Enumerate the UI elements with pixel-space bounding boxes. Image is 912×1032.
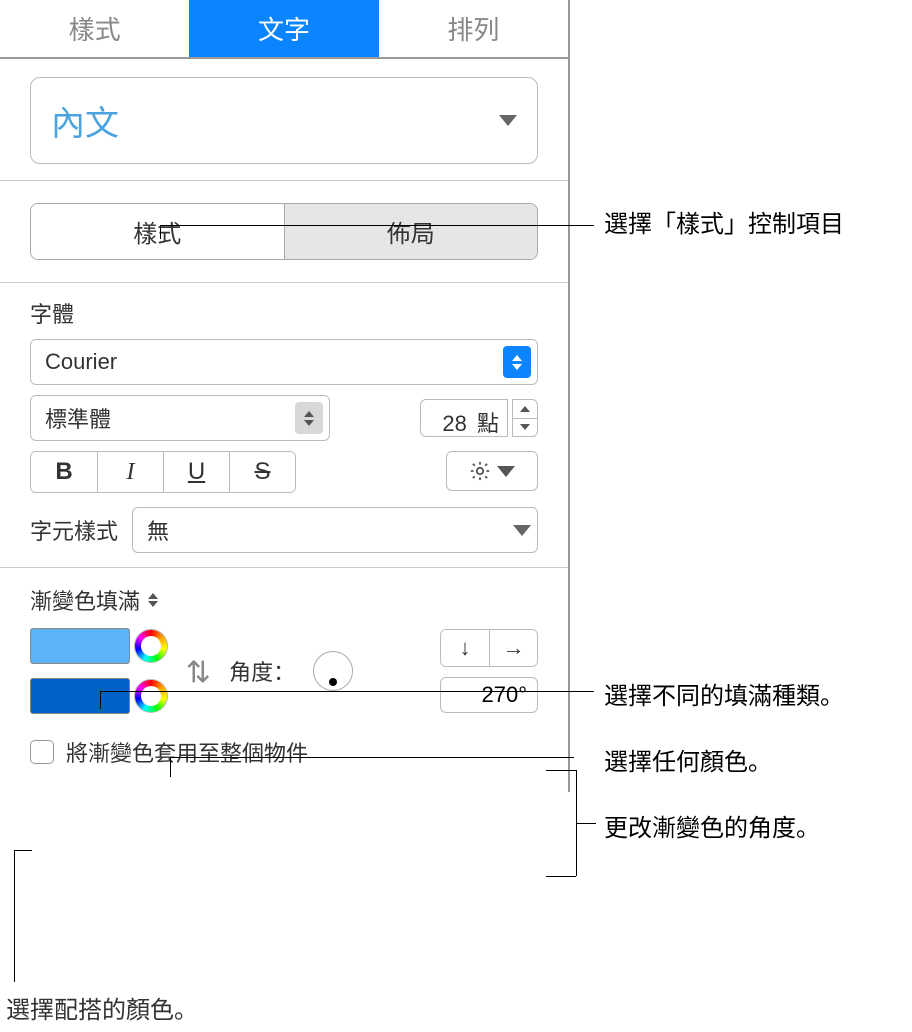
callout-matching-color: 選擇配搭的顏色。	[6, 990, 198, 1025]
strike-button[interactable]: S	[229, 452, 295, 492]
top-tabs: 樣式 文字 排列	[0, 0, 568, 59]
color-wheel-1-button[interactable]	[134, 629, 168, 663]
font-section-label: 字體	[30, 283, 538, 339]
chevron-down-icon	[497, 466, 515, 477]
font-weight-select[interactable]: 標準體	[30, 395, 330, 441]
advanced-options-button[interactable]	[446, 451, 538, 491]
gear-icon	[469, 460, 491, 482]
char-style-select[interactable]: 無	[132, 507, 538, 553]
select-indicator-icon	[295, 402, 323, 434]
char-style-label: 字元樣式	[30, 514, 118, 546]
paragraph-style-picker[interactable]: 內文	[30, 77, 538, 164]
callout-angle: 更改漸變色的角度。	[604, 808, 820, 843]
italic-button[interactable]: I	[97, 452, 163, 492]
callout-fill-type: 選擇不同的填滿種類。	[604, 676, 844, 711]
bold-button[interactable]: B	[31, 452, 97, 492]
direction-down-button[interactable]: ↓	[441, 630, 489, 666]
callout-any-color: 選擇任何顏色。	[604, 742, 772, 777]
select-indicator-icon	[503, 346, 531, 378]
chevron-down-icon	[499, 115, 517, 126]
select-indicator-icon	[146, 593, 160, 607]
chevron-down-icon	[520, 424, 530, 430]
paragraph-style-label: 內文	[51, 96, 119, 145]
font-family-select[interactable]: Courier	[30, 339, 538, 385]
gradient-color-2-swatch[interactable]	[30, 678, 130, 714]
font-size-unit: 點	[477, 411, 499, 436]
font-size-value: 28	[442, 411, 466, 436]
apply-whole-checkbox[interactable]	[30, 740, 54, 764]
char-style-value: 無	[147, 514, 169, 546]
subtab-layout[interactable]: 佈局	[284, 204, 538, 259]
apply-whole-label: 將漸變色套用至整個物件	[66, 736, 308, 768]
font-weight-value: 標準體	[45, 402, 111, 434]
subtab-group: 樣式 佈局	[30, 203, 538, 260]
font-size-stepper	[512, 399, 538, 437]
tab-arrange[interactable]: 排列	[379, 0, 568, 57]
color-wheel-2-button[interactable]	[134, 679, 168, 713]
fill-type-select[interactable]: 漸變色填滿	[30, 580, 160, 628]
size-down-button[interactable]	[513, 418, 537, 437]
underline-button[interactable]: U	[163, 452, 229, 492]
format-panel: 樣式 文字 排列 內文 樣式 佈局 字體 Courier 標準體	[0, 0, 570, 792]
chevron-up-icon	[520, 406, 530, 412]
tab-text[interactable]: 文字	[189, 0, 378, 57]
gradient-color-1-swatch[interactable]	[30, 628, 130, 664]
subtab-style[interactable]: 樣式	[31, 204, 284, 259]
direction-group: ↓ →	[440, 629, 538, 667]
fill-type-label: 漸變色填滿	[30, 584, 140, 616]
font-family-value: Courier	[45, 349, 117, 375]
swap-colors-button[interactable]: ⇄	[181, 658, 216, 683]
angle-dial[interactable]	[313, 651, 353, 691]
size-up-button[interactable]	[513, 400, 537, 418]
tab-style[interactable]: 樣式	[0, 0, 189, 57]
chevron-down-icon	[513, 525, 531, 536]
angle-label: 角度：	[229, 655, 295, 687]
text-style-group: B I U S	[30, 451, 296, 493]
direction-right-button[interactable]: →	[489, 630, 537, 666]
callout-style-control: 選擇「樣式」控制項目	[604, 204, 844, 239]
angle-input[interactable]	[440, 677, 538, 713]
font-size-field[interactable]: 28 點	[420, 399, 508, 437]
